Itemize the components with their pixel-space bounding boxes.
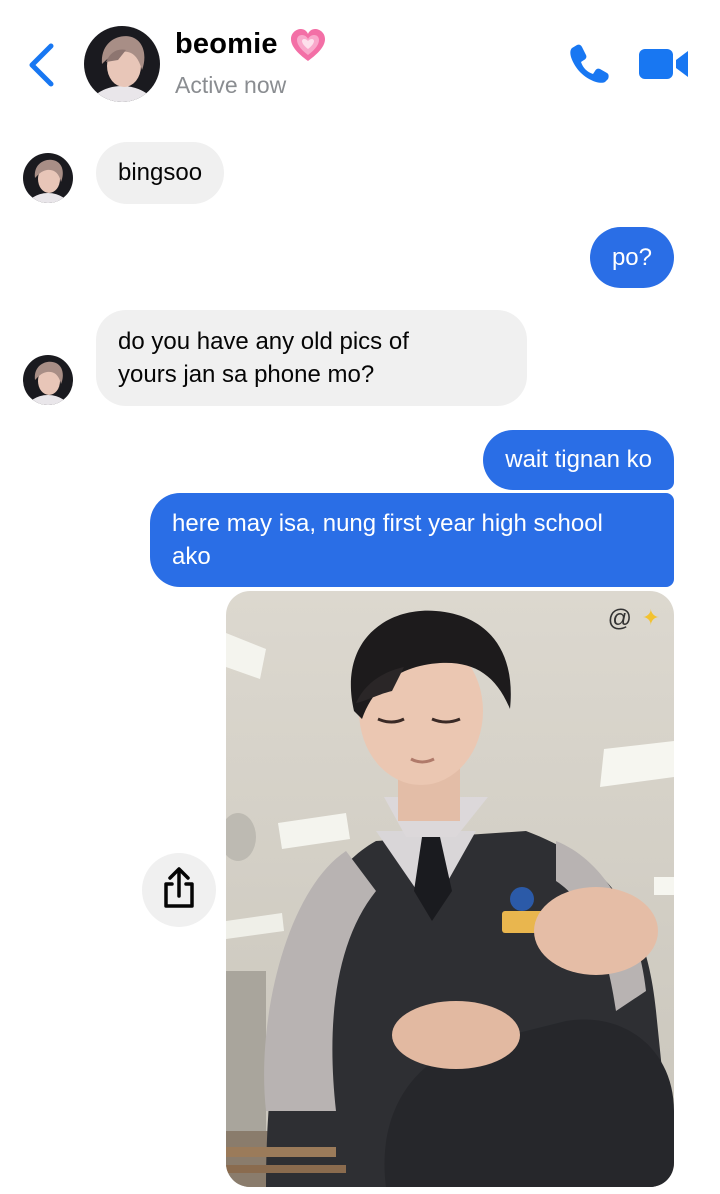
message-text-line: here may isa, nung first year high schoo… — [172, 510, 603, 537]
photo-overlay-text: @ — [607, 605, 632, 632]
message-text: po? — [611, 244, 652, 271]
message-text-line: ako — [172, 543, 211, 570]
message-text: bingsoo — [118, 159, 203, 186]
share-icon — [164, 867, 194, 908]
message-text: wait tignan ko — [505, 446, 652, 473]
message-bubble-outgoing[interactable]: wait tignan ko — [483, 430, 674, 490]
message-bubble-incoming[interactable]: do you have any old pics of yours jan sa… — [96, 310, 527, 406]
voice-call-button[interactable] — [568, 42, 610, 84]
contact-avatar[interactable] — [84, 26, 160, 102]
share-button[interactable] — [142, 853, 216, 927]
message-bubble-outgoing[interactable]: po? — [589, 227, 674, 288]
photo-message[interactable]: @ ✦ — [226, 591, 674, 1187]
chat-screen: beomie Active now bingsoo po? do you hav… — [0, 0, 720, 1194]
back-button[interactable] — [24, 40, 64, 90]
phone-icon — [570, 44, 609, 83]
sender-avatar[interactable] — [23, 153, 73, 203]
chevron-left-icon — [29, 43, 54, 87]
message-text-line: do you have any old pics of — [118, 328, 409, 355]
sender-avatar[interactable] — [23, 355, 73, 405]
sparkles-icon: ✦ — [641, 605, 660, 630]
contact-name[interactable]: beomie — [175, 28, 278, 61]
message-text-line: yours jan sa phone mo? — [118, 361, 375, 388]
video-call-button[interactable] — [638, 46, 690, 82]
message-bubble-outgoing[interactable]: here may isa, nung first year high schoo… — [150, 493, 674, 587]
video-camera-icon — [639, 49, 688, 79]
message-bubble-incoming[interactable]: bingsoo — [96, 142, 225, 204]
active-status: Active now — [175, 72, 287, 98]
photo-image — [226, 591, 674, 1187]
pink-heart-icon — [289, 27, 327, 65]
